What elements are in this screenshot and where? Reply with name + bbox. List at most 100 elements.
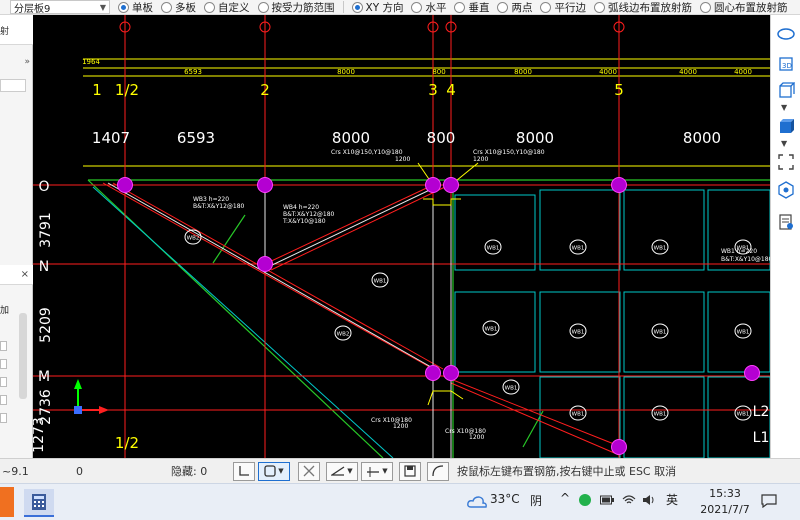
dimension-large: 8000: [332, 129, 370, 147]
clock-time[interactable]: 15:33: [700, 487, 750, 500]
slab-bubble-label: WB2: [337, 332, 350, 338]
component-view-button[interactable]: [775, 179, 797, 201]
option-vertical[interactable]: 垂直: [454, 0, 489, 14]
clock-date[interactable]: 2021/7/7: [694, 503, 756, 516]
wechat-icon[interactable]: [578, 493, 592, 507]
cross-note: 1200: [393, 423, 408, 430]
dimension-large: 8000: [683, 129, 721, 147]
layer-select[interactable]: 分层板9 ▼: [10, 0, 110, 14]
temperature[interactable]: 33°C: [490, 492, 520, 506]
tray-expand-icon[interactable]: ^: [560, 491, 570, 505]
hexagon-icon: [778, 181, 794, 199]
checkbox[interactable]: [0, 377, 7, 387]
dimension-left: 5209: [38, 307, 54, 343]
battery-icon[interactable]: [600, 494, 614, 506]
axis-label-left: M: [38, 369, 50, 385]
radio-icon: [540, 1, 552, 13]
angle-button[interactable]: ▼: [326, 461, 358, 481]
rebar-line: [112, 182, 444, 370]
delete-mode-button[interactable]: [298, 461, 320, 481]
solid-view-button[interactable]: [775, 115, 797, 137]
drawing-canvas[interactable]: 1 1/2 2 3 4 5 O N M 1/2 L2 L1 1964 6593 8000 800 8000 40…: [33, 15, 770, 458]
offset-button[interactable]: ▼: [361, 461, 393, 481]
left-panel-button[interactable]: 射: [0, 24, 9, 37]
options-toolbar: 分层板9 ▼ 单板 多板 自定义 按受力筋范围 XY 方向 水平 垂直 两点 平…: [0, 0, 800, 15]
checkbox[interactable]: [0, 341, 7, 351]
left-panel-scrollbar[interactable]: [19, 313, 27, 399]
slab-panel: [539, 189, 621, 271]
axis-label-top: 1: [92, 81, 102, 99]
option-xy-direction[interactable]: XY 方向: [351, 0, 403, 14]
checkbox[interactable]: [0, 359, 7, 369]
cube-view-button[interactable]: [775, 79, 797, 101]
dimension-large: 800: [427, 129, 456, 147]
chevron-down-icon[interactable]: ▼: [781, 139, 787, 148]
speaker-icon[interactable]: [642, 493, 656, 507]
beam-note: T:X&Y10@180: [282, 218, 326, 225]
solid-cube-icon: [780, 119, 794, 133]
column-marker: [611, 439, 627, 455]
slab-bubble-label: WB1: [572, 330, 585, 336]
slab-bubble-label: WB1: [737, 246, 750, 252]
option-parallel-edge[interactable]: 平行边: [540, 0, 586, 14]
view-toolbar: 3D ▼ ▼: [770, 15, 800, 458]
rebar-line: [450, 382, 620, 456]
slab-edge: [92, 186, 394, 458]
orbit-view-button[interactable]: [775, 23, 797, 45]
axis-label-bottom: 1/2: [115, 434, 139, 452]
close-icon[interactable]: ×: [21, 269, 29, 280]
option-multi-board[interactable]: 多板: [161, 0, 196, 14]
wifi-icon[interactable]: [622, 493, 636, 507]
column-marker: [257, 177, 273, 193]
ortho-button[interactable]: [233, 461, 255, 481]
3d-view-button[interactable]: 3D: [775, 53, 797, 75]
option-label: 弧线边布置放射筋: [607, 1, 692, 14]
option-custom[interactable]: 自定义: [204, 0, 250, 14]
calculator-app-button[interactable]: [24, 489, 54, 517]
slab-bubble-label: WB1: [572, 412, 585, 418]
option-center-radial[interactable]: 圆心布置放射筋: [699, 0, 787, 14]
option-by-rebar-range[interactable]: 按受力筋范围: [257, 0, 335, 14]
option-single-board[interactable]: 单板: [118, 0, 153, 14]
radio-icon: [699, 1, 711, 13]
calculator-icon: [32, 494, 46, 510]
option-arc-edge-radial[interactable]: 弧线边布置放射筋: [593, 0, 692, 14]
left-panel-field[interactable]: [0, 79, 26, 92]
slab-bubble-label: WB1: [572, 246, 585, 252]
save-view-button[interactable]: [399, 461, 421, 481]
weather-text[interactable]: 阴: [530, 492, 542, 509]
dimension-large: 6593: [177, 129, 215, 147]
column-marker: [744, 365, 760, 381]
axis-label-top: 3: [428, 81, 438, 99]
input-language[interactable]: 英: [666, 491, 678, 508]
option-label: 两点: [511, 1, 533, 14]
cad-drawing[interactable]: 1 1/2 2 3 4 5 O N M 1/2 L2 L1 1964 6593 8000 800 8000 40…: [33, 15, 770, 458]
expand-arrows-icon[interactable]: »: [24, 57, 30, 67]
slab-panel: [454, 194, 536, 271]
properties-button[interactable]: [775, 211, 797, 233]
checkbox[interactable]: [0, 413, 7, 423]
axis-label-top: 2: [260, 81, 270, 99]
3d-cube-icon: 3D: [779, 57, 793, 71]
arc-snap-button[interactable]: [427, 461, 449, 481]
zoom-extents-button[interactable]: [775, 151, 797, 173]
slab-panel: [623, 189, 705, 271]
checkbox[interactable]: [0, 395, 7, 405]
slab-bubble-label: WB1: [485, 327, 498, 333]
notification-icon[interactable]: [760, 492, 778, 510]
option-two-points[interactable]: 两点: [497, 0, 533, 14]
left-panel: 射 » × 加: [0, 15, 33, 458]
radio-icon: [118, 1, 129, 13]
beam-note: WB4 h=220: [283, 204, 319, 211]
svg-text:3D: 3D: [782, 62, 792, 70]
beam-note: B&T:X&Y10@180: [721, 256, 770, 263]
column-marker: [117, 177, 133, 193]
chevron-down-icon[interactable]: ▼: [781, 103, 787, 112]
slab-bubble-label: WB1: [487, 246, 500, 252]
app-taskbar-icon[interactable]: [0, 487, 14, 517]
slab-edge: [87, 179, 384, 458]
column-marker: [443, 177, 459, 193]
snap-rectangle-button[interactable]: ▼: [258, 461, 290, 481]
option-horizontal[interactable]: 水平: [411, 0, 446, 14]
floppy-icon: [404, 465, 416, 477]
